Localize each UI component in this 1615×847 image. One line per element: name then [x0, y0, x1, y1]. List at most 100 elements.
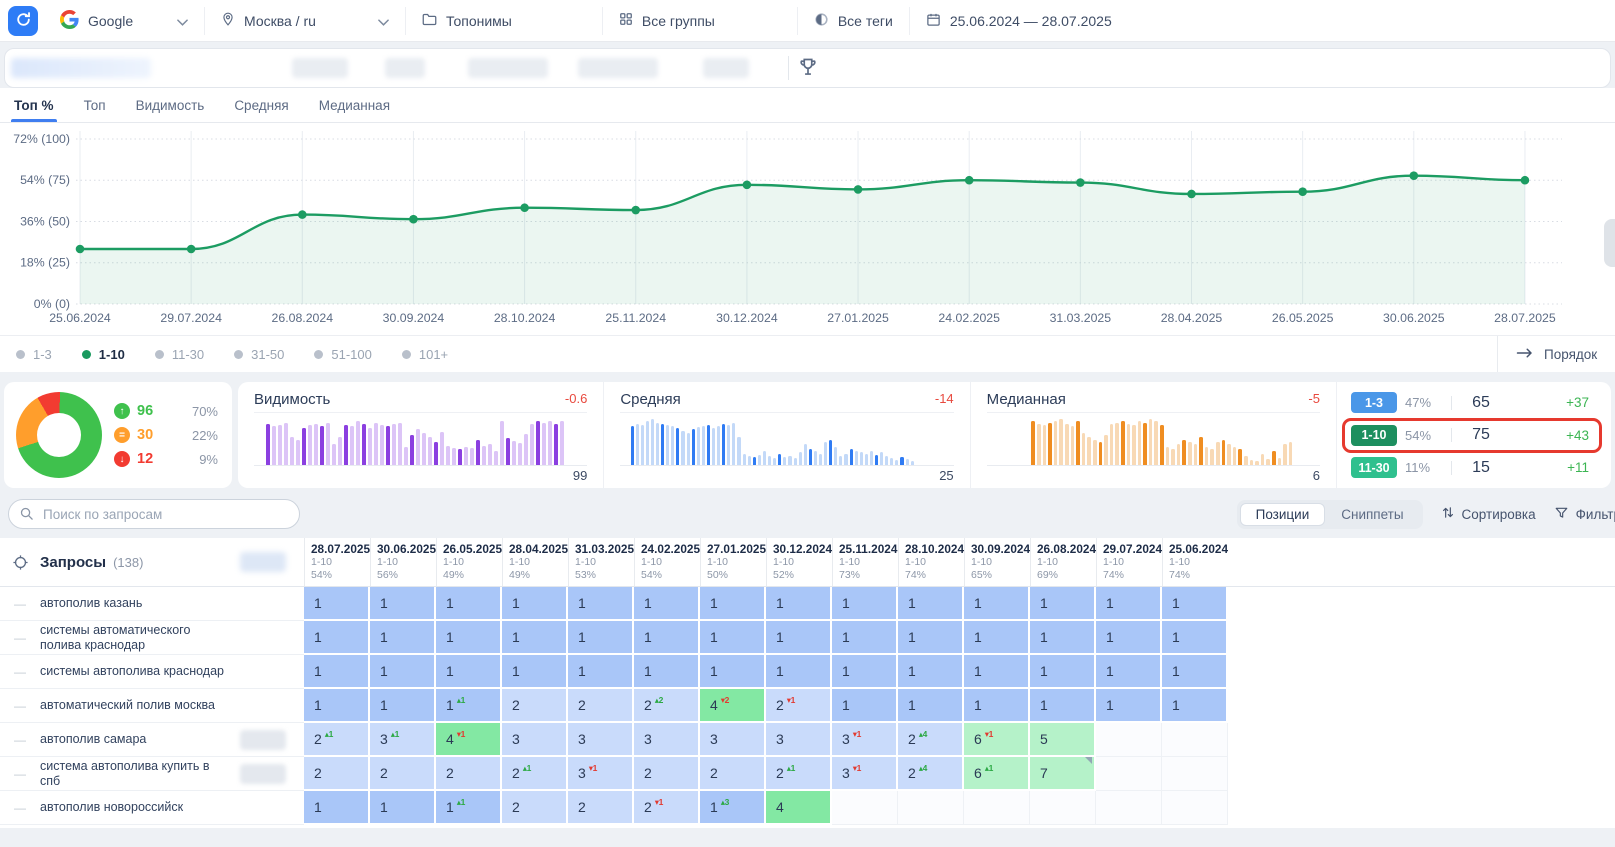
median-card[interactable]: Медианная -5 6	[971, 382, 1337, 488]
data-point[interactable]	[631, 206, 640, 215]
query-cell[interactable]: системы автоматического полива краснодар	[40, 621, 240, 655]
tab-0[interactable]: Топ %	[14, 88, 54, 122]
position-cell[interactable]: 1▴1	[436, 791, 502, 825]
position-cell[interactable]: 1	[370, 621, 436, 655]
position-cell[interactable]: 3▾1	[568, 757, 634, 791]
data-point[interactable]	[76, 245, 85, 254]
position-cell[interactable]: 1	[436, 587, 502, 621]
position-cell[interactable]: 1	[568, 587, 634, 621]
refresh-button[interactable]	[8, 6, 38, 36]
legend-item-101+[interactable]: 101+	[402, 347, 448, 362]
position-cell[interactable]: 2▴1	[502, 757, 568, 791]
positions-button[interactable]: Позиции	[1240, 503, 1326, 526]
position-cell[interactable]: 6▴1	[964, 757, 1030, 791]
legend-item-31-50[interactable]: 31-50	[234, 347, 284, 362]
position-cell[interactable]	[1162, 757, 1228, 791]
legend-item-1-10[interactable]: 1-10	[82, 347, 125, 362]
position-cell[interactable]: 2▴2	[634, 689, 700, 723]
top-range-row-1-3[interactable]: 1-347%65+37	[1345, 389, 1599, 416]
position-cell[interactable]: 2▴1	[766, 757, 832, 791]
drag-handle[interactable]: —	[0, 621, 40, 655]
query-cell[interactable]: системы автополива краснодар	[40, 655, 240, 689]
position-cell[interactable]	[1096, 791, 1162, 825]
column-header-25.11.2024[interactable]: 25.11.20241-1073%	[832, 538, 898, 586]
position-cell[interactable]: 1	[1096, 655, 1162, 689]
date-range-picker[interactable]: 25.06.2024 — 28.07.2025	[909, 7, 1128, 35]
position-cell[interactable]: 1	[898, 655, 964, 689]
position-cell[interactable]: 2	[502, 791, 568, 825]
column-header-29.07.2024[interactable]: 29.07.20241-1074%	[1096, 538, 1162, 586]
data-point[interactable]	[1076, 178, 1085, 187]
position-cell[interactable]: 6▾1	[964, 723, 1030, 757]
position-cell[interactable]: 3	[700, 723, 766, 757]
position-cell[interactable]: 1	[634, 655, 700, 689]
query-cell[interactable]: автоматический полив москва	[40, 689, 240, 723]
data-point[interactable]	[187, 245, 196, 254]
position-cell[interactable]: 1	[436, 655, 502, 689]
data-point[interactable]	[1521, 176, 1530, 185]
position-cell[interactable]: 1	[1162, 655, 1228, 689]
drag-handle[interactable]: —	[0, 723, 40, 757]
group-selector[interactable]: Топонимы	[405, 7, 602, 35]
position-cell[interactable]: 1	[898, 689, 964, 723]
position-cell[interactable]: 1	[502, 621, 568, 655]
position-cell[interactable]: 3▾1	[832, 723, 898, 757]
position-cell[interactable]: 1	[634, 587, 700, 621]
crosshair-icon[interactable]	[0, 538, 40, 586]
column-header-30.12.2024[interactable]: 30.12.20241-1052%	[766, 538, 832, 586]
position-cell[interactable]: 1	[964, 655, 1030, 689]
position-cell[interactable]: 1	[964, 621, 1030, 655]
search-engine-selector[interactable]: Google	[44, 7, 204, 35]
position-cell[interactable]: 1	[1096, 689, 1162, 723]
position-cell[interactable]: 1	[832, 655, 898, 689]
data-point[interactable]	[520, 203, 529, 212]
query-cell[interactable]: автополив самара	[40, 723, 240, 757]
position-cell[interactable]: 1	[304, 587, 370, 621]
drag-handle[interactable]: —	[0, 791, 40, 825]
position-cell[interactable]: 1	[1030, 621, 1096, 655]
groups-filter-button[interactable]: Все группы	[602, 7, 797, 35]
data-point[interactable]	[1187, 190, 1196, 199]
tab-4[interactable]: Медианная	[319, 88, 390, 122]
position-cell[interactable]	[1162, 723, 1228, 757]
position-cell[interactable]: 1	[832, 621, 898, 655]
position-cell[interactable]: 1	[964, 689, 1030, 723]
column-header-28.04.2025[interactable]: 28.04.20251-1049%	[502, 538, 568, 586]
position-cell[interactable]: 1	[1030, 655, 1096, 689]
position-cell[interactable]: 2	[436, 757, 502, 791]
position-cell[interactable]: 1▴3	[700, 791, 766, 825]
data-point[interactable]	[743, 181, 752, 190]
position-cell[interactable]: 1	[1162, 689, 1228, 723]
position-cell[interactable]: 1	[898, 587, 964, 621]
data-point[interactable]	[965, 176, 974, 185]
position-cell[interactable]: 2	[502, 689, 568, 723]
position-cell[interactable]: 1	[766, 621, 832, 655]
position-cell[interactable]	[1096, 723, 1162, 757]
position-cell[interactable]: 3	[568, 723, 634, 757]
position-cell[interactable]: 7	[1030, 757, 1096, 791]
data-point[interactable]	[854, 185, 863, 194]
position-cell[interactable]: 2	[568, 689, 634, 723]
column-header-26.08.2024[interactable]: 26.08.20241-1069%	[1030, 538, 1096, 586]
position-cell[interactable]: 1	[700, 621, 766, 655]
position-cell[interactable]	[1096, 757, 1162, 791]
position-cell[interactable]	[1162, 791, 1228, 825]
position-cell[interactable]: 1	[766, 655, 832, 689]
position-cell[interactable]: 1	[304, 621, 370, 655]
visibility-card[interactable]: Видимость -0.6 99	[238, 382, 604, 488]
position-cell[interactable]: 1	[832, 587, 898, 621]
data-point[interactable]	[1298, 187, 1307, 196]
top-range-row-1-10[interactable]: 1-1054%75+43	[1345, 422, 1599, 449]
position-cell[interactable]: 1	[700, 655, 766, 689]
column-header-28.10.2024[interactable]: 28.10.20241-1074%	[898, 538, 964, 586]
data-point[interactable]	[409, 215, 418, 224]
chart-scroll-handle[interactable]	[1604, 219, 1615, 267]
column-header-24.02.2025[interactable]: 24.02.20251-1054%	[634, 538, 700, 586]
position-cell[interactable]: 1	[964, 587, 1030, 621]
position-cell[interactable]	[898, 791, 964, 825]
tab-1[interactable]: Топ	[84, 88, 106, 122]
position-cell[interactable]: 2	[634, 757, 700, 791]
sort-button[interactable]: Сортировка	[1441, 505, 1536, 523]
position-cell[interactable]	[1030, 791, 1096, 825]
position-cell[interactable]: 3	[502, 723, 568, 757]
